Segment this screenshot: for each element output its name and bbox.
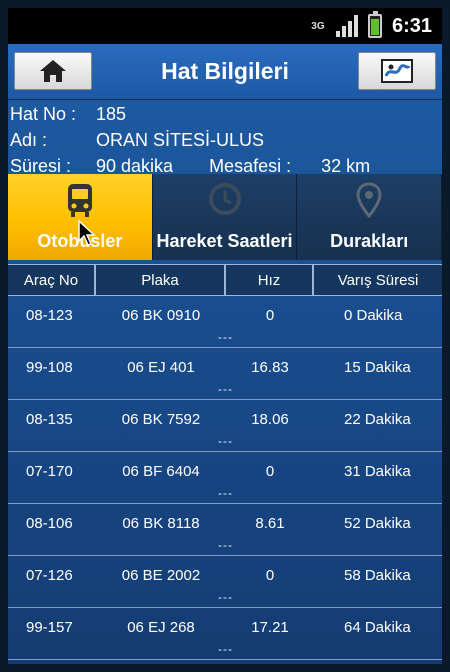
col-varis-suresi: Varış Süresi bbox=[337, 271, 419, 289]
cell-extra: --- bbox=[218, 486, 233, 500]
table-row[interactable]: 08-123 06 BK 0910 0 0 Dakika --- bbox=[8, 296, 442, 348]
bus-icon bbox=[67, 184, 92, 217]
bus-table: Araç No Plaka Hız Varış Süresi 08-123 06… bbox=[8, 264, 442, 660]
cell-varis: 31 Dakika bbox=[344, 462, 411, 480]
phone-frame: 3G 6:31 Hat Bilgileri Hat No: 185 Adı:… bbox=[0, 0, 450, 672]
battery-icon bbox=[367, 11, 382, 38]
cell-arac: 07-170 bbox=[26, 462, 73, 480]
clock-time: 6:31 bbox=[391, 14, 432, 37]
map-pin-icon bbox=[356, 182, 382, 218]
status-bar: 3G 6:31 bbox=[8, 8, 442, 44]
cell-plaka: 06 BK 7592 bbox=[121, 410, 201, 428]
app-screen: Hat Bilgileri Hat No : 185 Adı : ORAN Sİ… bbox=[8, 44, 442, 664]
cell-hiz: 16.83 bbox=[251, 358, 289, 376]
page-title: Hat Bilgileri bbox=[161, 58, 289, 84]
col-arac-no: Araç No bbox=[8, 265, 96, 295]
mouse-cursor-icon bbox=[78, 220, 96, 246]
col-plaka: Plaka bbox=[96, 265, 226, 295]
tab-bar: Otobüsler Hareket Saatleri Durakları bbox=[8, 174, 442, 260]
cell-extra: --- bbox=[218, 590, 233, 604]
table-row[interactable]: 08-135 06 BK 7592 18.06 22 Dakika --- bbox=[8, 400, 442, 452]
cell-arac: 99-108 bbox=[26, 358, 73, 376]
tab-duraklari-label: Durakları bbox=[330, 231, 409, 251]
home-icon bbox=[40, 60, 66, 82]
cell-varis: 0 Dakika bbox=[344, 306, 403, 324]
cell-hiz: 0 bbox=[265, 462, 275, 480]
cell-extra: --- bbox=[218, 642, 233, 656]
cell-extra: --- bbox=[218, 538, 233, 552]
cell-plaka: 06 BF 6404 bbox=[122, 462, 200, 480]
cell-plaka: 06 BK 8118 bbox=[122, 514, 200, 532]
adi-value: ORAN SİTESİ-ULUS bbox=[96, 130, 265, 150]
cell-arac: 08-106 bbox=[26, 514, 73, 532]
hat-no-row: Hat No : 185 bbox=[10, 101, 440, 127]
adi-row: Adı : ORAN SİTESİ-ULUS bbox=[10, 127, 440, 153]
table-row[interactable]: 07-126 06 BE 2002 0 58 Dakika --- bbox=[8, 556, 442, 608]
cell-arac: 08-123 bbox=[26, 306, 73, 324]
title-bar: Hat Bilgileri bbox=[8, 44, 442, 100]
signal-icon bbox=[335, 15, 358, 37]
line-info: Hat No : 185 Adı : ORAN SİTESİ-ULUS Süre… bbox=[10, 101, 440, 179]
cell-varis: 15 Dakika bbox=[344, 358, 411, 376]
cell-arac: 07-126 bbox=[26, 566, 73, 584]
clock-icon bbox=[208, 183, 241, 215]
tab-hareket-saatleri-label: Hareket Saatleri bbox=[156, 231, 293, 251]
cell-plaka: 06 EJ 268 bbox=[127, 618, 195, 636]
hat-no-value: 185 bbox=[96, 104, 127, 124]
cell-arac: 08-135 bbox=[26, 410, 73, 428]
tab-hareket-saatleri[interactable]: Hareket Saatleri bbox=[152, 174, 298, 260]
col-hiz: Hız bbox=[226, 265, 314, 295]
cell-plaka: 06 BK 0910 bbox=[121, 306, 201, 324]
cell-extra: --- bbox=[218, 330, 233, 344]
table-row[interactable]: 99-157 06 EJ 268 17.21 64 Dakika --- bbox=[8, 608, 442, 660]
cell-hiz: 0 bbox=[265, 306, 275, 324]
table-header: Araç No Plaka Hız Varış Süresi bbox=[8, 264, 442, 296]
cell-hiz: 0 bbox=[265, 566, 275, 584]
cell-extra: --- bbox=[218, 382, 233, 396]
hat-no-label: Hat No : bbox=[10, 104, 77, 124]
tab-otobusler[interactable]: Otobüsler bbox=[8, 174, 153, 260]
cell-hiz: 18.06 bbox=[251, 410, 289, 428]
table-row[interactable]: 08-106 06 BK 8118 8.61 52 Dakika --- bbox=[8, 504, 442, 556]
cell-hiz: 17.21 bbox=[251, 618, 289, 636]
cell-hiz: 8.61 bbox=[255, 514, 285, 532]
cell-varis: 58 Dakika bbox=[344, 566, 411, 584]
home-button[interactable] bbox=[14, 52, 92, 90]
tab-duraklari[interactable]: Durakları bbox=[297, 174, 442, 260]
cell-plaka: 06 BE 2002 bbox=[121, 566, 201, 584]
table-row[interactable]: 99-108 06 EJ 401 16.83 15 Dakika --- bbox=[8, 348, 442, 400]
cell-varis: 64 Dakika bbox=[344, 618, 411, 636]
table-row[interactable]: 07-170 06 BF 6404 0 31 Dakika --- bbox=[8, 452, 442, 504]
network-type: 3G bbox=[311, 20, 325, 32]
cell-extra: --- bbox=[218, 434, 233, 448]
cell-plaka: 06 EJ 401 bbox=[127, 358, 195, 376]
adi-label: Adı : bbox=[10, 130, 48, 150]
cell-arac: 99-157 bbox=[26, 618, 73, 636]
cell-varis: 22 Dakika bbox=[344, 410, 411, 428]
map-icon bbox=[381, 59, 413, 83]
cell-varis: 52 Dakika bbox=[344, 514, 411, 532]
map-button[interactable] bbox=[358, 52, 436, 90]
